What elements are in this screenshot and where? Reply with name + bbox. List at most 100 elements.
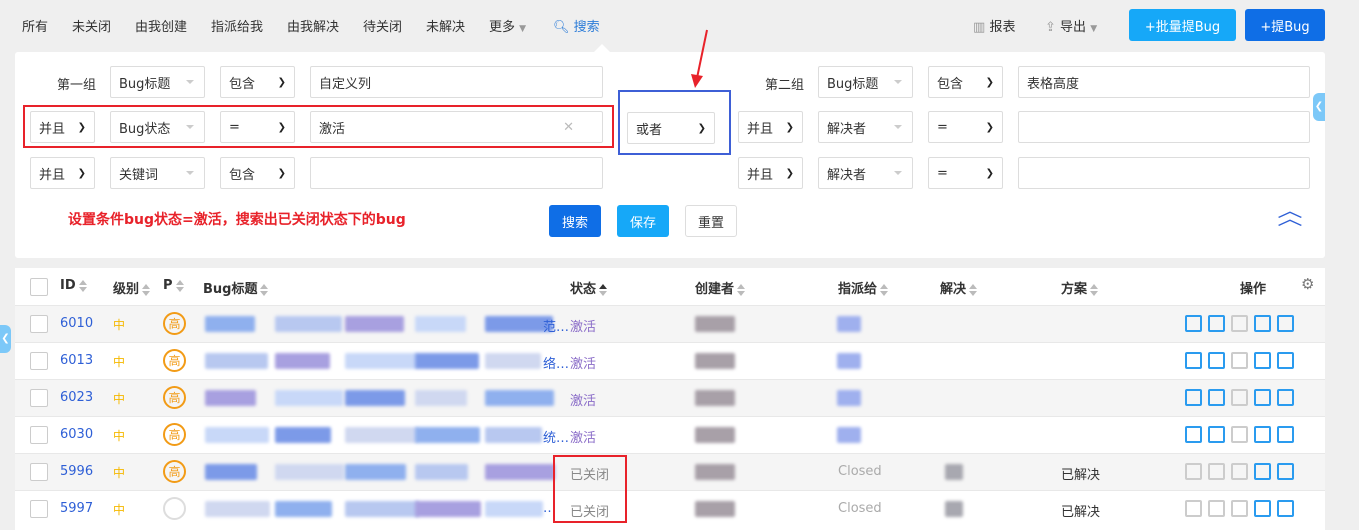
group2-field-select-0[interactable]: Bug标题	[818, 66, 913, 98]
group1-operator-select-0[interactable]: 包含 ❯	[220, 66, 295, 98]
group1-field-select-2[interactable]: 关键词	[110, 157, 205, 189]
reset-button[interactable]: 重置	[685, 205, 737, 237]
list-check-icon[interactable]	[1185, 426, 1202, 443]
save-button[interactable]: 保存	[617, 205, 669, 237]
table-row[interactable]: 6013 中 高 络… 激活	[15, 342, 1325, 379]
group2-value-input-0[interactable]: 表格高度	[1018, 66, 1310, 98]
col-severity[interactable]: 级别	[113, 278, 151, 297]
edit-icon[interactable]	[1254, 352, 1271, 369]
col-creator[interactable]: 创建者	[695, 278, 746, 297]
group1-operator-select-2[interactable]: 包含 ❯	[220, 157, 295, 189]
nav-all[interactable]: 所有	[22, 16, 48, 35]
group1-field-select-0[interactable]: Bug标题	[110, 66, 205, 98]
col-assigned[interactable]: 指派给	[838, 278, 889, 297]
nav-assigned-to-me[interactable]: 指派给我	[211, 16, 263, 35]
copy-icon[interactable]	[1277, 315, 1294, 332]
power-icon[interactable]	[1231, 500, 1248, 517]
group2-value-input-2[interactable]	[1018, 157, 1310, 189]
checkbox-icon[interactable]	[1208, 463, 1225, 480]
list-check-icon[interactable]	[1185, 389, 1202, 406]
bug-id-link[interactable]: 6010	[60, 316, 93, 331]
copy-icon[interactable]	[1277, 352, 1294, 369]
table-row[interactable]: 6010 中 高 范… 激活	[15, 305, 1325, 342]
select-all-checkbox[interactable]	[30, 278, 48, 296]
bug-title-tail[interactable]: 络…	[543, 353, 569, 372]
bug-id-link[interactable]: 6030	[60, 427, 93, 442]
edit-icon[interactable]	[1254, 389, 1271, 406]
edit-icon[interactable]	[1254, 463, 1271, 480]
table-row[interactable]: 6030 中 高 统… 激活	[15, 416, 1325, 453]
col-resolution[interactable]: 方案	[1061, 278, 1099, 297]
bug-title-tail[interactable]: 范…	[543, 316, 569, 335]
col-pri[interactable]: P	[163, 278, 184, 293]
nav-resolved-by-me[interactable]: 由我解决	[287, 16, 339, 35]
edit-icon[interactable]	[1254, 500, 1271, 517]
group2-logic-select-2[interactable]: 并且 ❯	[738, 157, 803, 189]
checkbox-icon[interactable]	[1208, 500, 1225, 517]
group1-logic-select-2[interactable]: 并且 ❯	[30, 157, 95, 189]
bug-id-link[interactable]: 6023	[60, 390, 93, 405]
report-button[interactable]: ▥ 报表	[973, 16, 1015, 35]
nav-unclosed[interactable]: 未关闭	[72, 16, 111, 35]
gear-icon[interactable]: ⚙	[1301, 275, 1314, 293]
power-icon[interactable]	[1231, 426, 1248, 443]
row-actions	[1185, 315, 1294, 332]
group1-value-input-0[interactable]: 自定义列	[310, 66, 603, 98]
nav-created-by-me[interactable]: 由我创建	[135, 16, 187, 35]
group2-operator-select-2[interactable]: = ❯	[928, 157, 1003, 189]
bug-id-link[interactable]: 5996	[60, 464, 93, 479]
list-check-icon[interactable]	[1185, 352, 1202, 369]
nav-search[interactable]: 🔍︎ 搜索	[553, 16, 600, 35]
table-row[interactable]: 6023 中 高 激活	[15, 379, 1325, 416]
nav-more[interactable]: 更多 ▼	[489, 16, 526, 35]
checkbox-icon[interactable]	[1208, 426, 1225, 443]
edit-icon[interactable]	[1254, 426, 1271, 443]
checkbox-icon[interactable]	[1208, 315, 1225, 332]
list-check-icon[interactable]	[1185, 315, 1202, 332]
table-row[interactable]: 5996 中 高 已关闭 Closed 已解决	[15, 453, 1325, 490]
nav-unresolved[interactable]: 未解决	[426, 16, 465, 35]
search-button[interactable]: 搜索	[549, 205, 601, 237]
checkbox-icon[interactable]	[1208, 352, 1225, 369]
power-icon[interactable]	[1231, 352, 1248, 369]
export-button[interactable]: ⇪ 导出 ▼	[1045, 16, 1097, 35]
copy-icon[interactable]	[1277, 426, 1294, 443]
group2-operator-select-1[interactable]: = ❯	[928, 111, 1003, 143]
power-icon[interactable]	[1231, 463, 1248, 480]
group2-operator-select-0[interactable]: 包含 ❯	[928, 66, 1003, 98]
bug-title-tail[interactable]: 统…	[543, 427, 569, 446]
collapse-double-chevron-icon[interactable]: ︿ ︿	[1277, 203, 1302, 229]
row-checkbox[interactable]	[30, 500, 48, 518]
row-checkbox[interactable]	[30, 352, 48, 370]
group2-field-select-2[interactable]: 解决者	[818, 157, 913, 189]
nav-to-close[interactable]: 待关闭	[363, 16, 402, 35]
power-icon[interactable]	[1231, 315, 1248, 332]
col-id[interactable]: ID	[60, 278, 87, 293]
copy-icon[interactable]	[1277, 500, 1294, 517]
bug-id-link[interactable]: 5997	[60, 501, 93, 516]
col-resolved[interactable]: 解决	[940, 278, 978, 297]
col-title[interactable]: Bug标题	[203, 278, 269, 297]
batch-add-bug-button[interactable]: +批量提Bug	[1129, 9, 1236, 41]
row-checkbox[interactable]	[30, 389, 48, 407]
row-checkbox[interactable]	[30, 426, 48, 444]
checkbox-icon[interactable]	[1208, 389, 1225, 406]
row-checkbox[interactable]	[30, 463, 48, 481]
group2-field-select-1[interactable]: 解决者	[818, 111, 913, 143]
col-status[interactable]: 状态	[570, 278, 608, 297]
group2-logic-select-1[interactable]: 并且 ❯	[738, 111, 803, 143]
bug-id-link[interactable]: 6013	[60, 353, 93, 368]
power-icon[interactable]	[1231, 389, 1248, 406]
right-sidebar-toggle[interactable]: ❮	[1313, 93, 1325, 121]
list-check-icon[interactable]	[1185, 463, 1202, 480]
left-sidebar-toggle[interactable]: ❮	[0, 325, 11, 353]
group2-value-input-1[interactable]	[1018, 111, 1310, 143]
group1-value-input-2[interactable]	[310, 157, 603, 189]
table-row[interactable]: 5997 中 … 已关闭 Closed 已解决	[15, 490, 1325, 527]
list-check-icon[interactable]	[1185, 500, 1202, 517]
add-bug-button[interactable]: +提Bug	[1245, 9, 1325, 41]
copy-icon[interactable]	[1277, 463, 1294, 480]
row-checkbox[interactable]	[30, 315, 48, 333]
copy-icon[interactable]	[1277, 389, 1294, 406]
edit-icon[interactable]	[1254, 315, 1271, 332]
